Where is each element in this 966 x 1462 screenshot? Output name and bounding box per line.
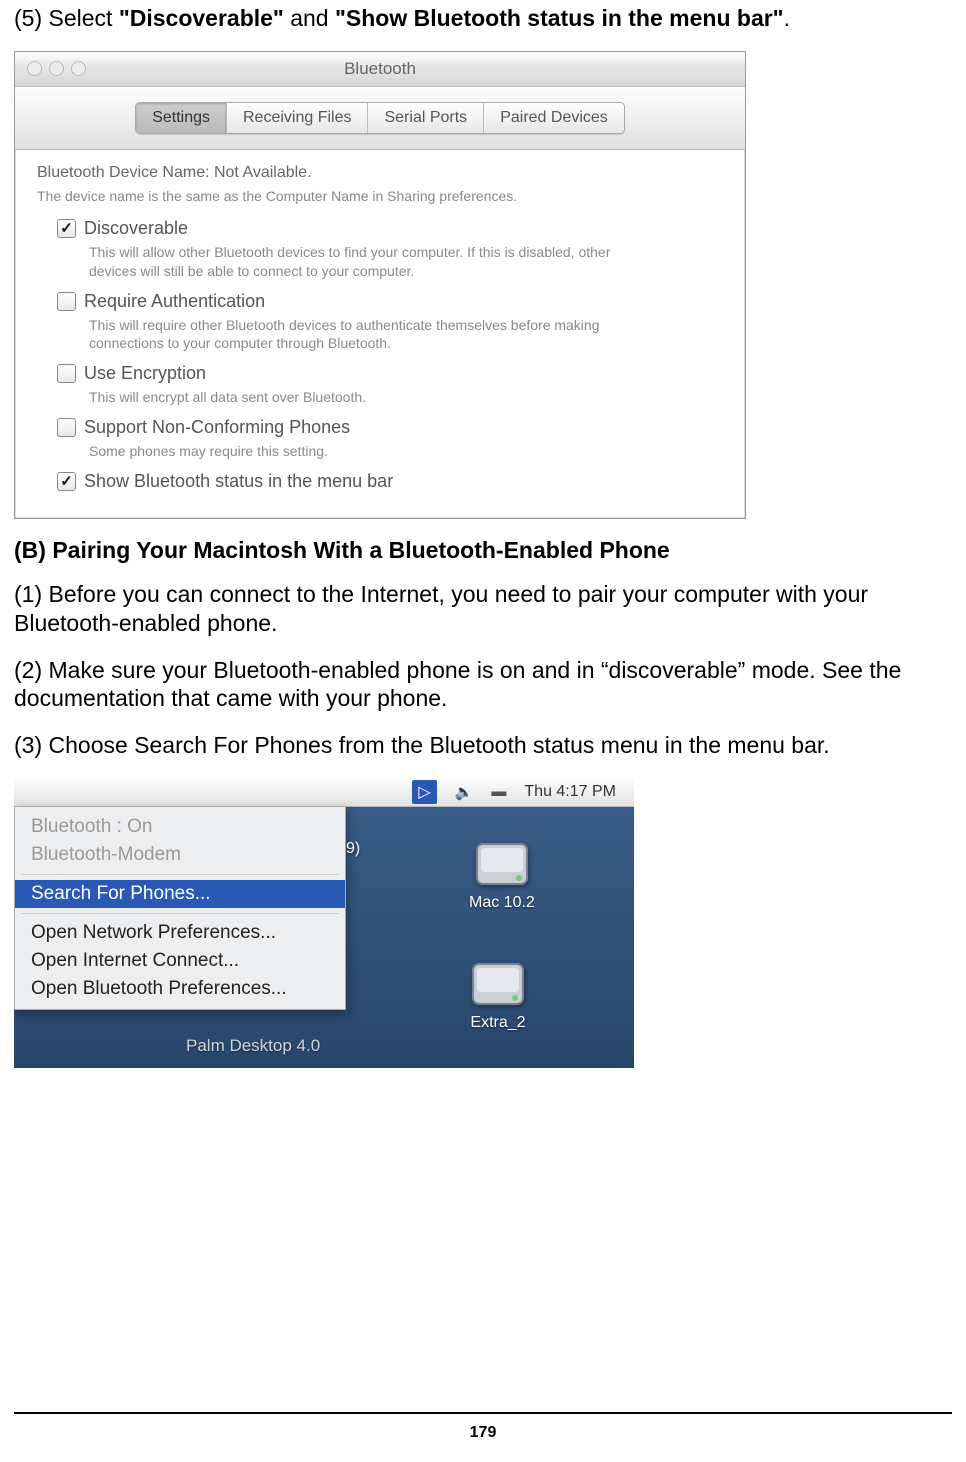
step5-text: (5) Select "Discoverable" and "Show Blue… xyxy=(14,4,960,33)
page-number: 179 xyxy=(0,1424,966,1442)
background-icon-label: Palm Desktop 4.0 xyxy=(186,1036,320,1056)
desc-support-nonconforming-phones: Some phones may require this setting. xyxy=(89,442,649,461)
tab-receiving-files[interactable]: Receiving Files xyxy=(227,103,368,133)
bluetooth-prefs-window: Bluetooth Settings Receiving Files Seria… xyxy=(14,51,746,519)
checkbox-discoverable[interactable] xyxy=(57,219,76,238)
bluetooth-status-icon[interactable]: ▷ xyxy=(412,780,436,804)
para-1: (1) Before you can connect to the Intern… xyxy=(14,580,960,638)
window-titlebar: Bluetooth xyxy=(15,52,745,87)
footer-rule xyxy=(14,1412,952,1414)
desc-use-encryption: This will encrypt all data sent over Blu… xyxy=(89,388,649,407)
bluetooth-status-menu: Bluetooth : On Bluetooth-Modem Search Fo… xyxy=(14,806,346,1010)
label-use-encryption: Use Encryption xyxy=(84,363,206,384)
tab-toolbar: Settings Receiving Files Serial Ports Pa… xyxy=(15,87,745,150)
menu-item-open-network-preferences[interactable]: Open Network Preferences... xyxy=(15,919,345,947)
desc-require-authentication: This will require other Bluetooth device… xyxy=(89,316,649,354)
device-name-subtext: The device name is the same as the Compu… xyxy=(37,188,727,204)
menu-item-open-bluetooth-preferences[interactable]: Open Bluetooth Preferences... xyxy=(15,975,345,1003)
checkbox-require-authentication[interactable] xyxy=(57,292,76,311)
menu-bar: ▷ 🔈 ▬ Thu 4:17 PM xyxy=(14,778,634,807)
hard-disk-icon xyxy=(473,838,531,890)
menu-item-open-internet-connect[interactable]: Open Internet Connect... xyxy=(15,947,345,975)
disk-label: Extra_2 xyxy=(470,1014,525,1032)
partial-label: 9) xyxy=(346,840,360,858)
checkbox-use-encryption[interactable] xyxy=(57,364,76,383)
label-support-nonconforming-phones: Support Non-Conforming Phones xyxy=(84,417,350,438)
device-name-line: Bluetooth Device Name: Not Available. xyxy=(37,164,727,182)
menu-bar-clock[interactable]: Thu 4:17 PM xyxy=(524,783,616,801)
disk-mac-10-2[interactable]: Mac 10.2 xyxy=(469,838,535,912)
disk-extra-2[interactable]: Extra_2 xyxy=(469,958,527,1032)
label-show-bluetooth-status: Show Bluetooth status in the menu bar xyxy=(84,471,393,492)
battery-icon[interactable]: ▬ xyxy=(491,783,506,800)
tab-serial-ports[interactable]: Serial Ports xyxy=(368,103,484,133)
menu-item-search-for-phones[interactable]: Search For Phones... xyxy=(15,880,345,908)
label-require-authentication: Require Authentication xyxy=(84,291,265,312)
window-title: Bluetooth xyxy=(15,59,745,79)
para-3: (3) Choose Search For Phones from the Bl… xyxy=(14,731,960,760)
volume-icon[interactable]: 🔈 xyxy=(455,783,474,801)
section-b-heading: (B) Pairing Your Macintosh With a Blueto… xyxy=(14,537,960,564)
disk-label: Mac 10.2 xyxy=(469,894,535,912)
para-2: (2) Make sure your Bluetooth-enabled pho… xyxy=(14,656,960,714)
desktop-screenshot: ▷ 🔈 ▬ Thu 4:17 PM Bluetooth : On Bluetoo… xyxy=(14,778,634,1068)
label-discoverable: Discoverable xyxy=(84,218,188,239)
menu-separator xyxy=(21,874,339,875)
menu-item-bluetooth-on: Bluetooth : On xyxy=(15,813,345,841)
checkbox-show-bluetooth-status[interactable] xyxy=(57,472,76,491)
checkbox-support-nonconforming-phones[interactable] xyxy=(57,418,76,437)
tab-settings[interactable]: Settings xyxy=(136,103,227,133)
hard-disk-icon xyxy=(469,958,527,1010)
menu-item-bluetooth-modem: Bluetooth-Modem xyxy=(15,841,345,869)
menu-separator xyxy=(21,913,339,914)
desc-discoverable: This will allow other Bluetooth devices … xyxy=(89,243,649,281)
tab-paired-devices[interactable]: Paired Devices xyxy=(484,103,624,133)
